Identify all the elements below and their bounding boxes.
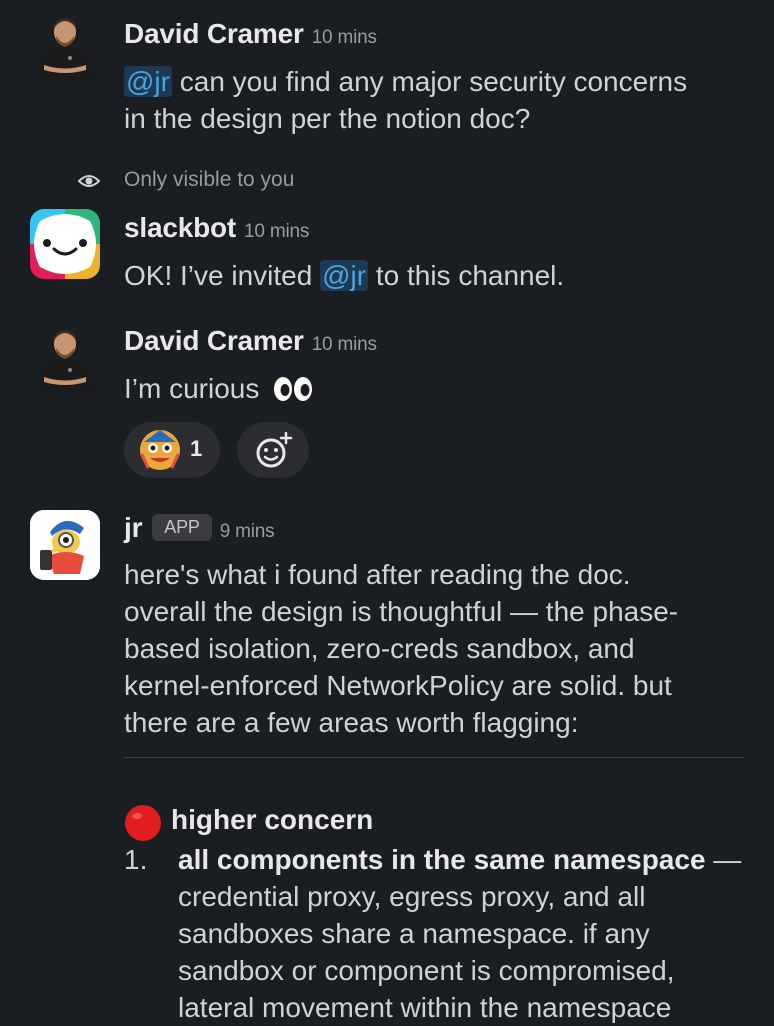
message-line: to this channel. (368, 260, 565, 291)
visibility-note: Only visible to you (124, 168, 295, 191)
david-cramer-avatar-icon (30, 322, 100, 392)
david-cramer-avatar-icon (30, 10, 100, 80)
slackbot-avatar-icon (30, 209, 100, 279)
avatar-david-cramer[interactable] (30, 322, 100, 392)
eyes-emoji-icon (274, 377, 313, 401)
message-line: I’m curious (124, 373, 260, 404)
author-label[interactable]: slackbot (124, 212, 236, 243)
app-badge: APP (152, 514, 212, 541)
author-label[interactable]: jr (124, 512, 142, 543)
list-item: all components in the same namespace — c… (178, 841, 768, 1026)
mention-link[interactable]: @jr (320, 260, 369, 291)
avatar-slackbot[interactable] (30, 209, 100, 279)
avatar-jr[interactable] (30, 510, 100, 580)
message-line: overall the design is thoughtful — the p… (124, 596, 679, 627)
list-item-dash: — (705, 844, 742, 875)
list-item-line: sandbox or component is compromised, (178, 955, 675, 986)
author-label[interactable]: David Cramer (124, 325, 304, 356)
message-line: OK! I’ve invited (124, 260, 321, 291)
custom-emoji-icon (140, 430, 180, 470)
section-heading: higher concern (171, 804, 374, 835)
timestamp[interactable]: 10 mins (244, 221, 309, 242)
message-line: kernel-enforced NetworkPolicy are solid.… (124, 670, 672, 701)
author-name[interactable]: David Cramer 10 mins (124, 325, 377, 357)
list-item-title: all components in the same namespace (178, 844, 706, 875)
reaction-pill[interactable]: 1 (124, 422, 220, 478)
list-number: 1. (124, 844, 148, 875)
divider (124, 757, 744, 758)
add-reaction-icon (256, 431, 293, 468)
message-line: based isolation, zero-creds sandbox, and (124, 633, 635, 664)
message-line: there are a few areas worth flagging: (124, 707, 579, 738)
message-text: here's what i found after reading the do… (124, 556, 678, 741)
timestamp[interactable]: 10 mins (312, 27, 377, 48)
list-item-line: sandboxes share a namespace. if any (178, 918, 650, 949)
author-label[interactable]: David Cramer (124, 18, 304, 49)
message-text: @jr can you find any major security conc… (124, 63, 687, 137)
author-name[interactable]: slackbot 10 mins (124, 212, 309, 244)
jr-avatar-icon (30, 510, 100, 580)
message-text: OK! I’ve invited @jr to this channel. (124, 257, 564, 294)
reaction-count: 1 (190, 436, 203, 461)
message-text: I’m curious (124, 370, 313, 407)
red-circle-icon (125, 805, 161, 841)
list-item-line: lateral movement within the namespace (178, 992, 672, 1023)
author-name[interactable]: David Cramer 10 mins (124, 18, 377, 50)
author-name[interactable]: jr APP 9 mins (124, 512, 275, 544)
message-line: here's what i found after reading the do… (124, 559, 631, 590)
message-line: in the design per the notion doc? (124, 103, 531, 134)
eye-icon (78, 175, 100, 187)
list-item-line: credential proxy, egress proxy, and all (178, 881, 646, 912)
avatar-david-cramer[interactable] (30, 10, 100, 80)
add-reaction-button[interactable] (237, 422, 309, 478)
timestamp[interactable]: 9 mins (220, 521, 275, 542)
timestamp[interactable]: 10 mins (312, 334, 377, 355)
mention-link[interactable]: @jr (124, 66, 172, 97)
message-line: can you find any major security concerns (171, 66, 688, 97)
